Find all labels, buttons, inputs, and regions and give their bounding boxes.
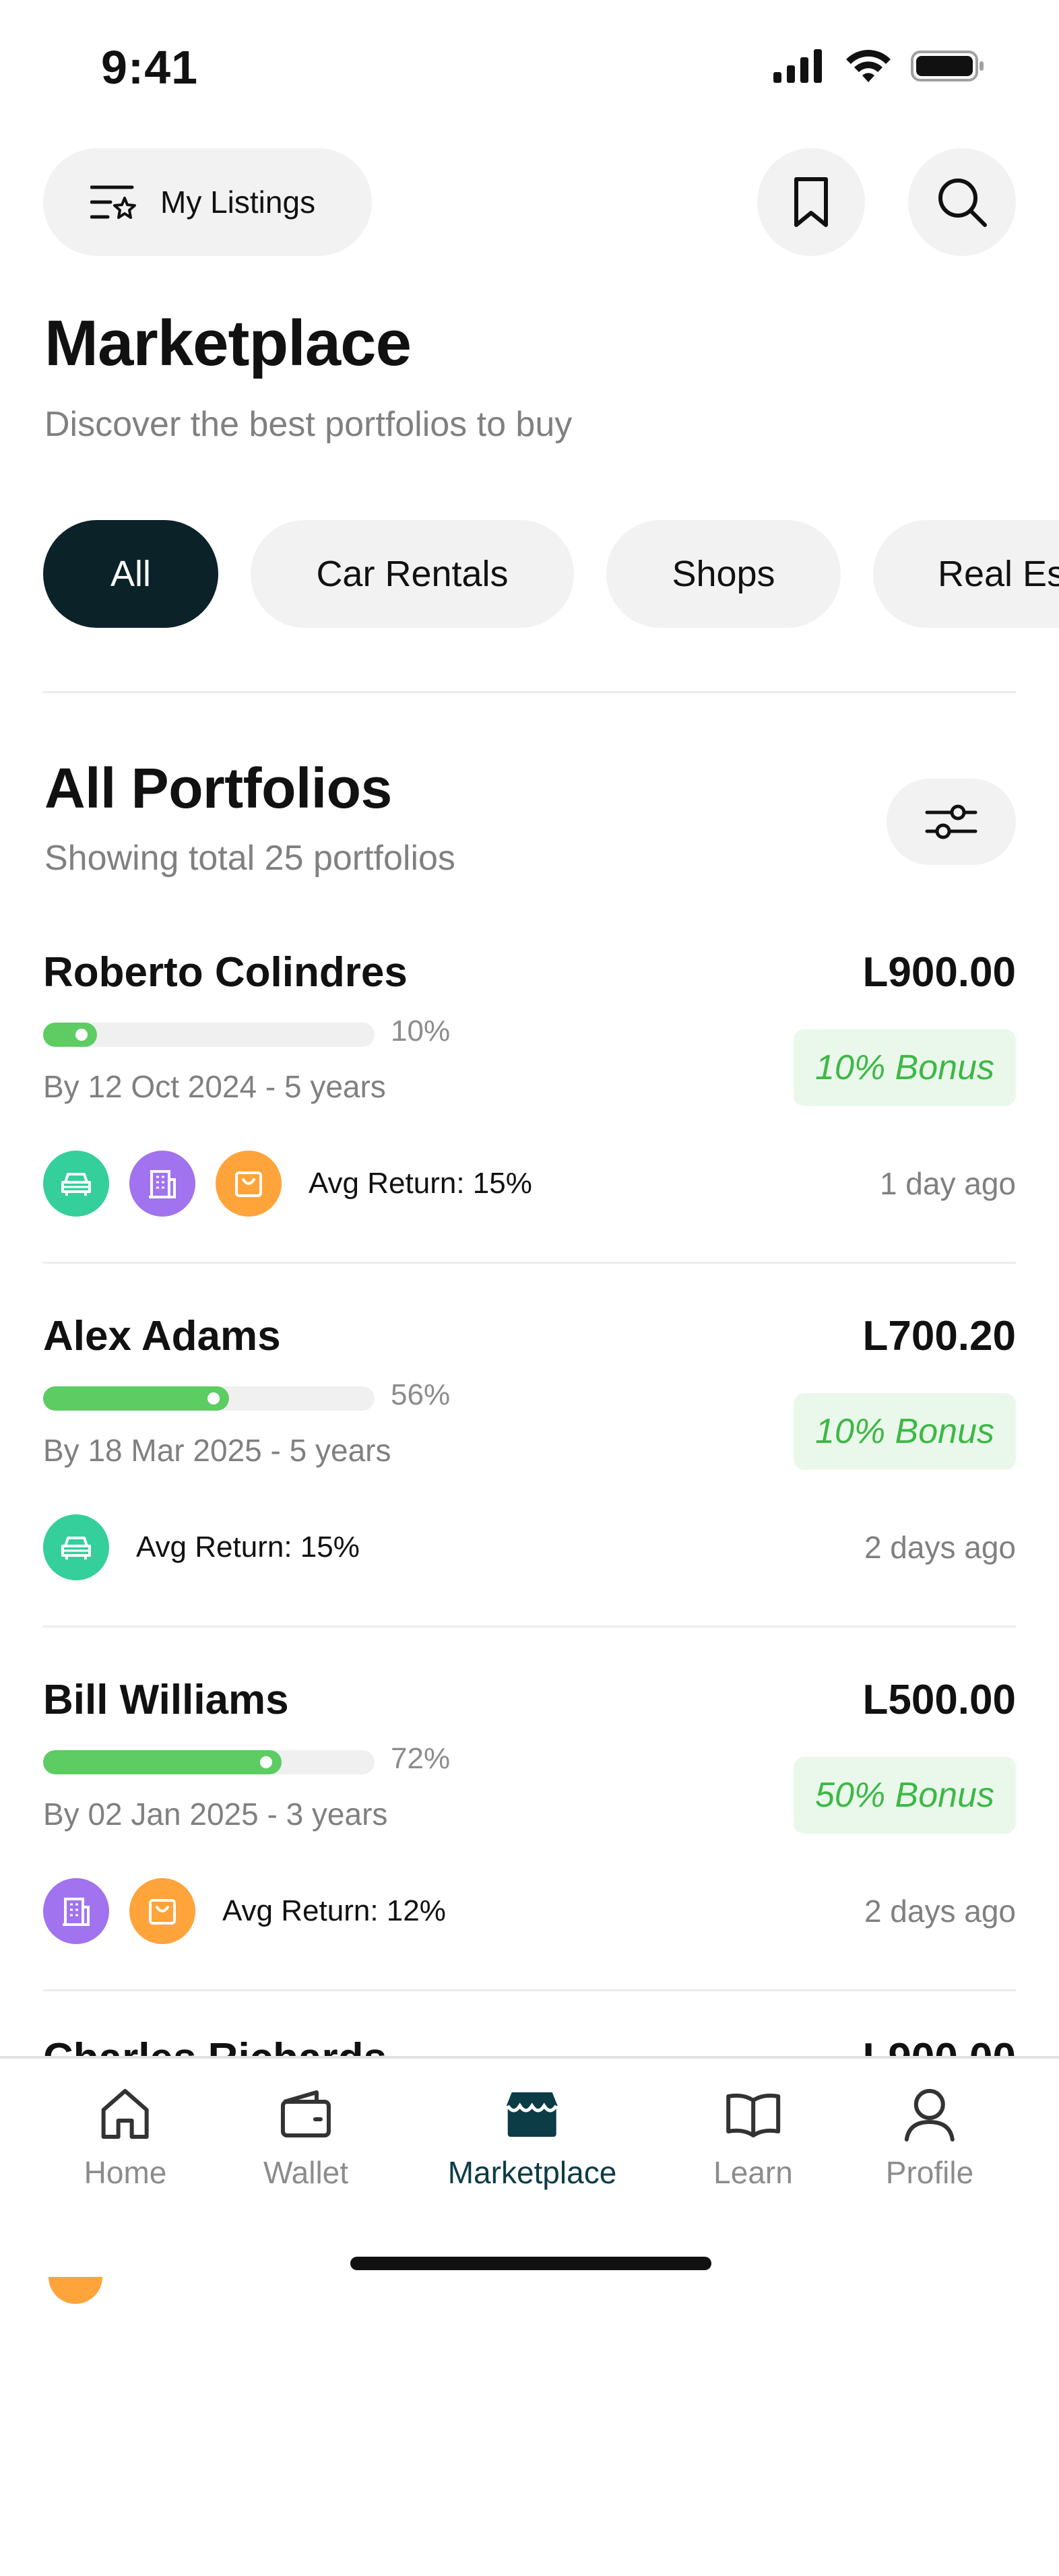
book-icon <box>726 2088 780 2137</box>
car-icon <box>61 1173 91 1196</box>
status-time: 9:41 <box>101 41 199 94</box>
progress-fill <box>43 1386 229 1411</box>
progress-fill <box>43 1750 282 1774</box>
shop-category-icon-partial <box>49 2277 102 2304</box>
portfolio-owner-name: Charles Richards <box>43 2034 387 2056</box>
portfolio-card-0[interactable]: Roberto Colindres L900.00 10% By 12 Oct … <box>0 948 1059 1312</box>
car-category-icon <box>43 1514 109 1580</box>
wifi-icon <box>846 50 891 82</box>
bottom-tab-bar: Home Wallet Marketplace Learn Profile <box>0 2056 1059 2238</box>
section-title: All Portfolios <box>44 756 392 820</box>
portfolio-meta: Avg Return: 12% <box>43 1878 446 1944</box>
tab-learn[interactable]: Learn <box>713 2086 793 2191</box>
bonus-badge: 50% Bonus <box>794 1757 1016 1834</box>
shop-category-icon <box>129 1878 195 1944</box>
progress-fill <box>43 1023 97 1047</box>
home-indicator <box>350 2257 711 2270</box>
tab-profile[interactable]: Profile <box>886 2086 973 2191</box>
portfolio-date: By 02 Jan 2025 - 3 years <box>43 1797 388 1832</box>
portfolio-date: By 18 Mar 2025 - 5 years <box>43 1433 391 1468</box>
signal-icon <box>773 49 822 83</box>
search-button[interactable] <box>908 148 1016 256</box>
tab-label: Profile <box>885 2155 974 2190</box>
portfolio-owner-name: Roberto Colindres <box>43 949 408 996</box>
chip-shops[interactable]: Shops <box>606 520 841 628</box>
divider <box>43 1989 1016 1991</box>
tab-wallet[interactable]: Wallet <box>263 2086 348 2191</box>
store-icon <box>506 2092 558 2137</box>
shop-category-icon <box>216 1151 282 1217</box>
shopping-bag-icon <box>149 1899 176 1925</box>
posted-time: 2 days ago <box>864 1530 1016 1565</box>
building-category-icon <box>43 1878 109 1944</box>
portfolio-meta: Avg Return: 15% <box>43 1151 532 1217</box>
tab-home[interactable]: Home <box>84 2086 167 2191</box>
list-star-icon <box>90 185 136 219</box>
portfolio-amount: L900.00 <box>862 2034 1016 2056</box>
tab-label: Wallet <box>263 2155 349 2190</box>
bonus-badge: 10% Bonus <box>794 1029 1016 1106</box>
portfolio-amount: L700.20 <box>862 1313 1016 1359</box>
bonus-badge: 10% Bonus <box>794 1393 1016 1470</box>
car-category-icon <box>43 1151 109 1217</box>
my-listings-button[interactable]: My Listings <box>43 148 372 256</box>
search-icon <box>938 179 987 227</box>
marketplace-screen: 9:41 My Listings Marketplace Discover th… <box>0 0 1059 2576</box>
portfolio-owner-name: Bill Williams <box>43 1677 289 1723</box>
chip-real-estate[interactable]: Real Estate <box>873 520 1059 628</box>
tab-label: Home <box>84 2155 167 2190</box>
posted-time: 1 day ago <box>879 1166 1016 1201</box>
home-icon <box>102 2089 149 2139</box>
portfolio-meta: Avg Return: 15% <box>43 1514 360 1580</box>
avg-return: Avg Return: 15% <box>136 1531 360 1564</box>
progress-bar <box>43 1023 375 1047</box>
page-title: Marketplace <box>44 307 412 379</box>
posted-time: 2 days ago <box>864 1894 1016 1929</box>
wallet-icon <box>280 2090 331 2137</box>
user-icon <box>904 2089 955 2142</box>
progress-percent: 10% <box>391 1015 451 1048</box>
progress-dot <box>75 1029 88 1041</box>
tab-marketplace[interactable]: Marketplace <box>447 2086 617 2191</box>
progress-bar <box>43 1386 375 1411</box>
divider <box>43 1625 1016 1628</box>
page-subtitle: Discover the best portfolios to buy <box>44 405 573 444</box>
avg-return: Avg Return: 12% <box>222 1894 446 1927</box>
battery-icon <box>911 51 984 82</box>
progress-percent: 72% <box>391 1742 451 1775</box>
progress-bar <box>43 1750 375 1774</box>
chip-car-rentals[interactable]: Car Rentals <box>251 520 574 628</box>
filter-button[interactable] <box>887 779 1016 865</box>
building-icon <box>149 1170 176 1198</box>
section-subtitle: Showing total 25 portfolios <box>44 839 455 878</box>
status-icons <box>773 49 985 84</box>
portfolio-owner-name: Alex Adams <box>43 1313 281 1359</box>
portfolio-card-1[interactable]: Alex Adams L700.20 56% By 18 Mar 2025 - … <box>0 1312 1059 1676</box>
my-listings-label: My Listings <box>160 185 316 220</box>
divider <box>43 691 1016 693</box>
tab-label: Marketplace <box>447 2155 617 2190</box>
bookmark-icon <box>794 177 828 227</box>
bookmark-button[interactable] <box>757 148 865 256</box>
tab-label: Learn <box>713 2155 793 2190</box>
chip-all[interactable]: All <box>43 520 218 628</box>
portfolio-amount: L500.00 <box>862 1677 1016 1723</box>
progress-percent: 56% <box>391 1378 451 1411</box>
sliders-icon <box>925 804 977 839</box>
progress-dot <box>207 1392 220 1405</box>
car-icon <box>61 1537 91 1559</box>
portfolio-card-2[interactable]: Bill Williams L500.00 72% By 02 Jan 2025… <box>0 1676 1059 2040</box>
building-category-icon <box>129 1151 195 1217</box>
avg-return: Avg Return: 15% <box>309 1167 532 1200</box>
category-chips: All Car Rentals Shops Real Estate <box>43 520 1059 628</box>
portfolio-amount: L900.00 <box>862 949 1016 996</box>
building-icon <box>63 1898 90 1926</box>
portfolio-date: By 12 Oct 2024 - 5 years <box>43 1069 386 1104</box>
portfolio-card-3-partial[interactable]: Charles Richards L900.00 <box>0 2034 1059 2056</box>
divider <box>43 1262 1016 1264</box>
shopping-bag-icon <box>235 1171 262 1197</box>
